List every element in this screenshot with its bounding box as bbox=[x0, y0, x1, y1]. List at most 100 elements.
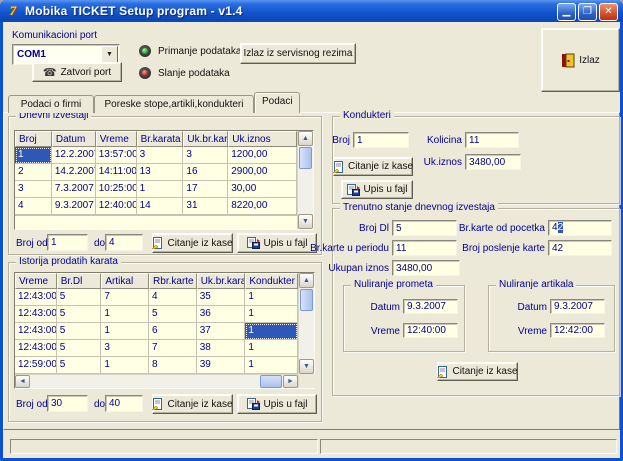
history-write-file-button[interactable]: Upis u fajl bbox=[237, 394, 317, 414]
table-cell[interactable]: 1 bbox=[101, 357, 149, 374]
table-cell[interactable]: 1 bbox=[245, 289, 298, 306]
exit-button[interactable]: Izlaz bbox=[541, 28, 620, 92]
table-cell[interactable]: 2 bbox=[15, 164, 52, 181]
scroll-right-icon[interactable]: ► bbox=[283, 375, 298, 388]
table-cell[interactable]: 5 bbox=[57, 323, 102, 340]
vertical-scrollbar[interactable]: ▲ ▼ bbox=[298, 273, 314, 388]
prometa-datum-input[interactable] bbox=[403, 299, 458, 314]
table-cell[interactable]: 9.3.2007 bbox=[52, 198, 96, 215]
scroll-down-icon[interactable]: ▼ bbox=[299, 359, 314, 374]
table-cell[interactable]: 1 bbox=[101, 306, 149, 323]
table-cell[interactable]: 3 bbox=[15, 181, 52, 198]
table-cell[interactable]: 5 bbox=[57, 306, 102, 323]
artikala-vreme-input[interactable] bbox=[550, 323, 605, 338]
table-cell[interactable]: 1200,00 bbox=[228, 147, 297, 164]
column-header[interactable]: Datum bbox=[52, 131, 96, 147]
table-row[interactable]: 49.3.200712:40:0014318220,00 bbox=[15, 198, 297, 215]
table-cell[interactable]: 13:57:00 bbox=[96, 147, 137, 164]
table-cell[interactable]: 5 bbox=[57, 340, 102, 357]
table-cell[interactable]: 12:43:00 bbox=[15, 323, 57, 340]
table-cell[interactable]: 2900,00 bbox=[228, 164, 297, 181]
table-cell[interactable]: 38 bbox=[197, 340, 246, 357]
table-row[interactable]: 12:59:00518391 bbox=[15, 357, 298, 374]
tab-podaci[interactable]: Podaci bbox=[254, 92, 300, 113]
table-cell[interactable]: 1 bbox=[245, 357, 298, 374]
table-cell[interactable]: 12:43:00 bbox=[15, 306, 57, 323]
scrollbar-thumb[interactable] bbox=[260, 375, 282, 388]
column-header[interactable]: Br.karata bbox=[137, 131, 184, 147]
kondukteri-broj-input[interactable] bbox=[353, 132, 409, 148]
close-button[interactable]: ✕ bbox=[599, 3, 618, 21]
table-cell[interactable]: 35 bbox=[197, 289, 246, 306]
title-bar[interactable]: 7 Mobika TICKET Setup program - v1.4 ▁ ❐… bbox=[0, 0, 623, 22]
tab-podaci-o-firmi[interactable]: Podaci o firmi bbox=[8, 95, 94, 113]
column-header[interactable]: Uk.br.karata bbox=[197, 273, 246, 289]
table-cell[interactable]: 4 bbox=[149, 289, 197, 306]
scroll-up-icon[interactable]: ▲ bbox=[298, 131, 313, 146]
artikala-datum-input[interactable] bbox=[550, 299, 605, 314]
scrollbar-track[interactable] bbox=[30, 375, 259, 388]
table-cell[interactable]: 17 bbox=[183, 181, 228, 198]
table-cell[interactable]: 10:25:00 bbox=[96, 181, 137, 198]
table-cell[interactable]: 16 bbox=[183, 164, 228, 181]
scroll-down-icon[interactable]: ▼ bbox=[298, 214, 313, 229]
column-header[interactable]: Br.Dl bbox=[57, 273, 102, 289]
table-cell[interactable]: 5 bbox=[57, 357, 102, 374]
poslenja-karta-input[interactable] bbox=[548, 240, 612, 256]
daily-from-input[interactable] bbox=[47, 234, 88, 251]
history-to-input[interactable] bbox=[105, 395, 143, 412]
table-cell[interactable]: 12:43:00 bbox=[15, 289, 57, 306]
table-cell[interactable]: 12:59:00 bbox=[15, 357, 57, 374]
table-row[interactable]: 112.2.200713:57:00331200,00 bbox=[15, 147, 297, 164]
daily-reports-table[interactable]: BrojDatumVremeBr.karataUk.br.karataUk.iz… bbox=[14, 130, 314, 230]
scrollbar-thumb[interactable] bbox=[299, 147, 312, 169]
history-read-cash-button[interactable]: Citanje iz kase bbox=[152, 394, 233, 414]
daily-read-cash-button[interactable]: Citanje iz kase bbox=[152, 233, 233, 253]
minimize-button[interactable]: ▁ bbox=[557, 3, 576, 21]
table-cell[interactable]: 1 bbox=[245, 340, 298, 357]
table-cell[interactable]: 3 bbox=[183, 147, 228, 164]
table-cell[interactable]: 5 bbox=[149, 306, 197, 323]
table-cell[interactable]: 14:11:00 bbox=[96, 164, 137, 181]
table-row[interactable]: 12:43:00515361 bbox=[15, 306, 298, 323]
table-cell[interactable]: 12:43:00 bbox=[15, 340, 57, 357]
table-cell[interactable]: 1 bbox=[137, 181, 184, 198]
current-read-cash-button[interactable]: Citanje iz kase bbox=[437, 362, 518, 381]
column-header[interactable]: Uk.br.karata bbox=[183, 131, 228, 147]
table-cell[interactable]: 8 bbox=[149, 357, 197, 374]
table-row[interactable]: 12:43:00516371 bbox=[15, 323, 298, 340]
scrollbar-track[interactable] bbox=[298, 170, 313, 214]
exit-service-mode-button[interactable]: Izlaz iz servisnog rezima bbox=[240, 43, 356, 64]
table-cell[interactable]: 12:40:00 bbox=[96, 198, 137, 215]
table-cell[interactable]: 39 bbox=[197, 357, 246, 374]
column-header[interactable]: Uk.iznos bbox=[228, 131, 297, 147]
karte-od-pocetka-input[interactable]: 42 bbox=[548, 220, 612, 236]
table-cell[interactable]: 31 bbox=[183, 198, 228, 215]
scrollbar-track[interactable] bbox=[299, 312, 314, 359]
column-header[interactable]: Vreme bbox=[96, 131, 137, 147]
maximize-button[interactable]: ❐ bbox=[578, 3, 597, 21]
table-cell[interactable]: 7 bbox=[101, 289, 149, 306]
table-cell[interactable]: 5 bbox=[57, 289, 102, 306]
table-cell[interactable]: 36 bbox=[197, 306, 246, 323]
table-row[interactable]: 214.2.200714:11:0013162900,00 bbox=[15, 164, 297, 181]
scroll-left-icon[interactable]: ◄ bbox=[15, 375, 30, 388]
table-cell[interactable]: 7 bbox=[149, 340, 197, 357]
table-cell[interactable]: 30,00 bbox=[228, 181, 297, 198]
kondukteri-write-file-button[interactable]: Upis u fajl bbox=[341, 180, 413, 199]
table-cell[interactable]: 1 bbox=[245, 323, 298, 340]
table-cell[interactable]: 12.2.2007 bbox=[52, 147, 96, 164]
table-cell[interactable]: 14.2.2007 bbox=[52, 164, 96, 181]
history-from-input[interactable] bbox=[47, 395, 88, 412]
table-cell[interactable]: 3 bbox=[137, 147, 184, 164]
table-cell[interactable]: 13 bbox=[137, 164, 184, 181]
column-header[interactable]: Broj bbox=[15, 131, 52, 147]
close-port-button[interactable]: ☎ Zatvori port bbox=[32, 62, 122, 82]
tab-poreske-stope[interactable]: Poreske stope,artikli,kondukteri bbox=[94, 95, 254, 113]
kondukteri-kolicina-input[interactable] bbox=[465, 132, 519, 148]
table-cell[interactable]: 37 bbox=[197, 323, 246, 340]
kondukteri-ukiznos-input[interactable] bbox=[465, 154, 521, 170]
table-cell[interactable]: 3 bbox=[101, 340, 149, 357]
broj-dl-input[interactable] bbox=[392, 220, 457, 236]
table-cell[interactable]: 14 bbox=[137, 198, 184, 215]
